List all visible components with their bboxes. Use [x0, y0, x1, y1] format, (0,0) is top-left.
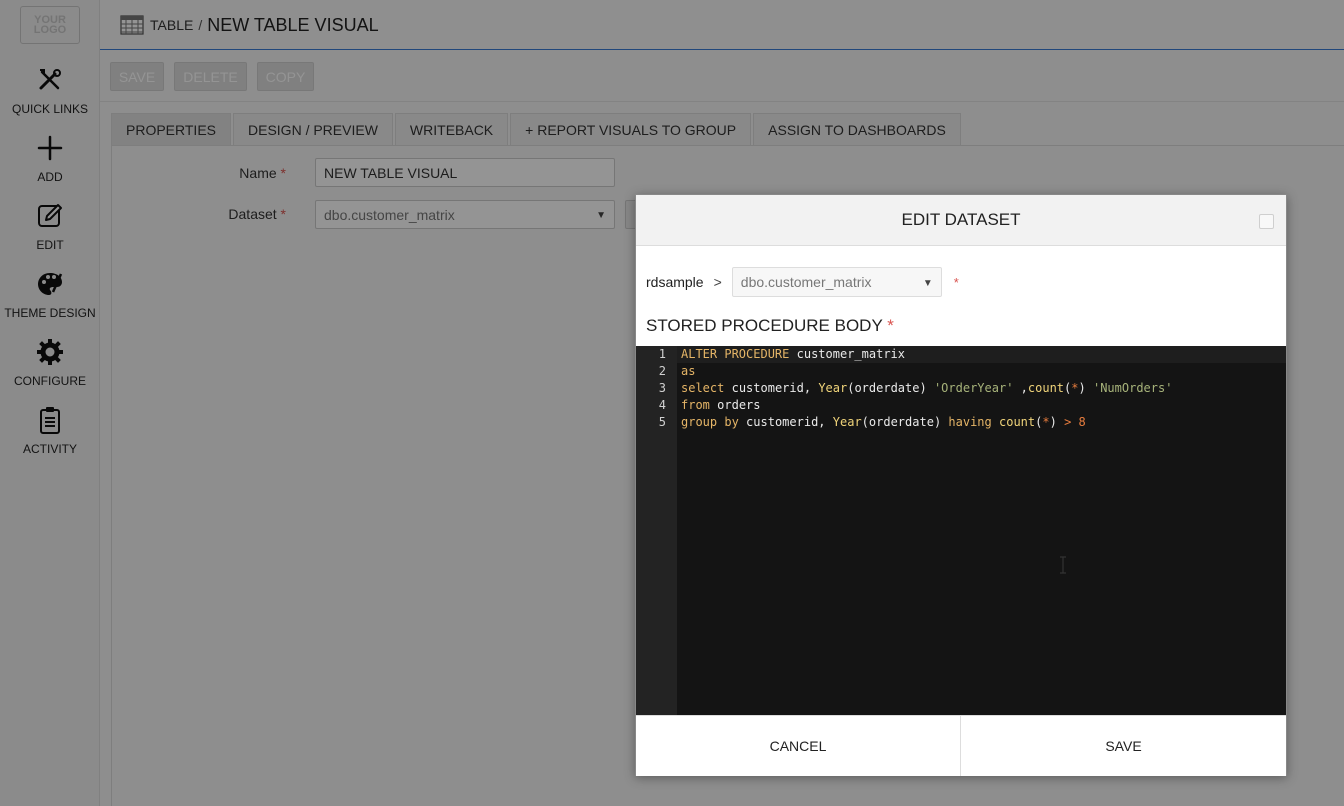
procedure-select[interactable]: dbo.customer_matrix ▼ — [731, 267, 942, 297]
line-number: 4 — [658, 398, 666, 412]
required-mark: * — [953, 274, 959, 290]
code-line: select customerid, Year(orderdate) 'Orde… — [681, 381, 1173, 395]
code-line: from orders — [681, 398, 761, 412]
code-line: as — [681, 364, 696, 378]
line-number: 1 — [658, 347, 666, 361]
line-number: 3 — [658, 381, 666, 395]
cancel-button[interactable]: CANCEL — [636, 716, 961, 776]
line-number: 5 — [658, 415, 666, 429]
procedure-select-value: dbo.customer_matrix — [740, 274, 872, 290]
procedure-row: rdsample > dbo.customer_matrix ▼ * — [646, 267, 959, 297]
code-line: ALTER PROCEDURE customer_matrix — [681, 347, 905, 361]
dialog-header: EDIT DATASET — [636, 195, 1286, 246]
text-cursor-icon — [1060, 556, 1066, 574]
maximize-icon[interactable] — [1259, 214, 1274, 229]
code-line: group by customerid, Year(orderdate) hav… — [681, 415, 1086, 429]
source-arrow: > — [713, 274, 722, 290]
required-mark: * — [887, 316, 894, 335]
edit-dataset-dialog: EDIT DATASET rdsample > dbo.customer_mat… — [635, 194, 1287, 776]
caret-down-icon: ▼ — [922, 278, 933, 289]
source-name: rdsample — [646, 274, 704, 290]
dialog-save-button[interactable]: SAVE — [961, 716, 1286, 776]
code-editor[interactable]: 1 2 3 4 5 ALTER PROCEDURE customer_matri… — [636, 346, 1286, 715]
stored-procedure-title: STORED PROCEDURE BODY * — [646, 316, 894, 335]
line-gutter: 1 2 3 4 5 — [636, 346, 677, 715]
dialog-title: EDIT DATASET — [901, 210, 1021, 229]
line-number: 2 — [658, 364, 666, 378]
dialog-footer: CANCEL SAVE — [636, 715, 1286, 776]
